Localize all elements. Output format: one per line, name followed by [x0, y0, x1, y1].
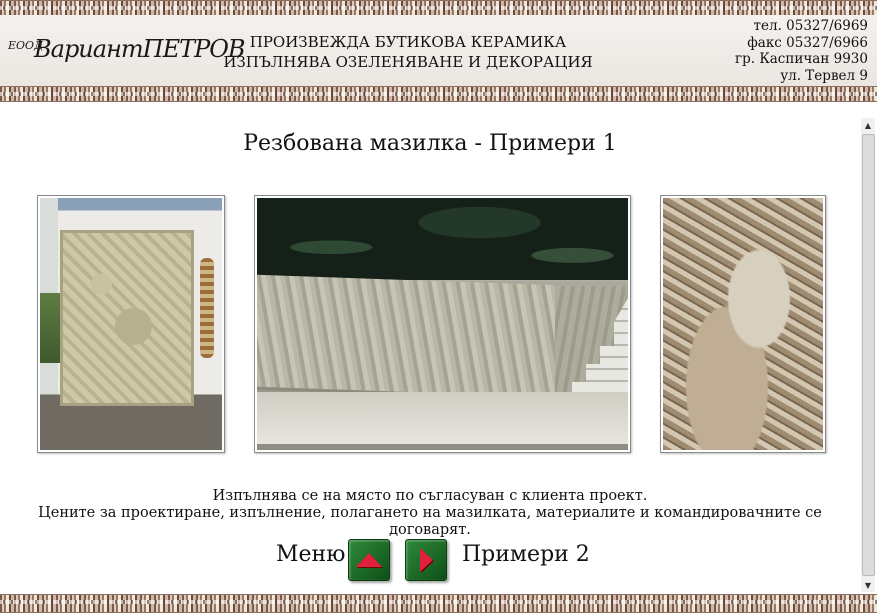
photo-relief-block[interactable] — [254, 195, 631, 453]
photo-relief-panel[interactable] — [660, 195, 826, 453]
tagline: ПРОИЗВЕЖДА БУТИКОВА КЕРАМИКА ИЗПЪЛНЯВА О… — [218, 32, 598, 72]
ornament-border-bottom — [0, 594, 877, 613]
scroll-down-arrow-icon[interactable]: ▼ — [861, 578, 875, 592]
contact-street: ул. Тервел 9 — [780, 67, 868, 84]
company-logo[interactable]: ЕООД ВариантПЕТРОВ — [8, 35, 246, 77]
photo-relief-wall[interactable] — [37, 195, 225, 453]
menu-link[interactable]: Меню — [276, 542, 345, 567]
contact-city: гр. Каспичан 9930 — [735, 51, 868, 67]
site-header: ЕООД ВариантПЕТРОВ ПРОИЗВЕЖДА БУТИКОВА К… — [0, 15, 877, 86]
ornament-border-top — [0, 0, 877, 16]
next-page-link[interactable]: Примери 2 — [462, 542, 590, 567]
tagline-line-1: ПРОИЗВЕЖДА БУТИКОВА КЕРАМИКА — [249, 33, 567, 51]
photo-foliage — [40, 293, 62, 363]
carved-block-front — [257, 274, 557, 401]
hanging-plant — [200, 258, 214, 358]
ornament-border-header-bottom — [0, 86, 877, 102]
photo-trees — [257, 198, 628, 280]
arrow-up-icon — [356, 553, 382, 567]
block-base — [257, 392, 628, 444]
description-line-2: Цените за проектиране, изпълнение, полаг… — [38, 505, 822, 538]
scroll-up-arrow-icon[interactable]: ▲ — [861, 118, 875, 132]
contact-fax: факс 05327/6966 — [747, 34, 868, 51]
scroll-thumb[interactable] — [862, 134, 875, 576]
relief-slab — [60, 230, 194, 406]
description-line-1: Изпълнява се на място по съгласуван с кл… — [212, 488, 648, 504]
vertical-scrollbar[interactable]: ▲ ▼ — [861, 118, 875, 592]
contact-phone: тел. 05327/6969 — [753, 18, 868, 34]
menu-button[interactable] — [348, 539, 390, 581]
logo-name: ВариантПЕТРОВ — [34, 35, 246, 63]
arrow-right-icon — [419, 548, 433, 572]
next-page-button[interactable] — [405, 539, 447, 581]
contact-info: тел. 05327/6969 факс 05327/6966 гр. Касп… — [735, 18, 868, 84]
page-title: Резбована мазилка - Примери 1 — [243, 131, 617, 156]
description: Изпълнява се на място по съгласуван с кл… — [0, 488, 860, 539]
tagline-line-2: ИЗПЪЛНЯВА ОЗЕЛЕНЯВАНЕ И ДЕКОРАЦИЯ — [223, 53, 593, 71]
